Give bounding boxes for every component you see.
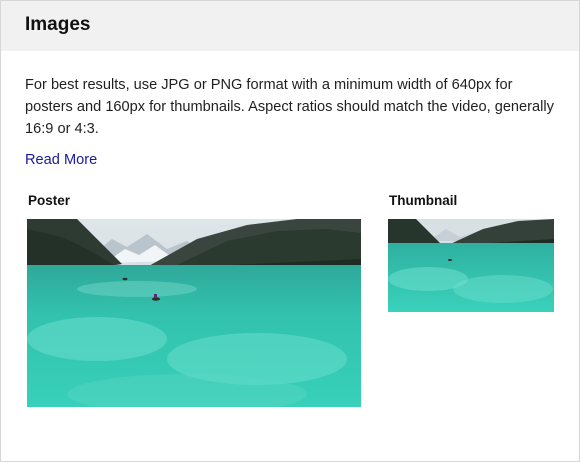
- panel-header: Images: [1, 1, 579, 51]
- thumbnail-image[interactable]: [388, 219, 554, 312]
- poster-lake-scene: [27, 219, 361, 407]
- panel-title: Images: [25, 14, 91, 35]
- thumbnail-label: Thumbnail: [389, 193, 458, 208]
- images-panel: Images For best results, use JPG or PNG …: [0, 0, 580, 462]
- poster-label: Poster: [28, 193, 71, 208]
- help-description: For best results, use JPG or PNG format …: [25, 77, 554, 137]
- thumbnail-lake-scene: [388, 219, 554, 312]
- poster-image[interactable]: [27, 219, 361, 407]
- read-more-link[interactable]: Read More: [25, 152, 97, 168]
